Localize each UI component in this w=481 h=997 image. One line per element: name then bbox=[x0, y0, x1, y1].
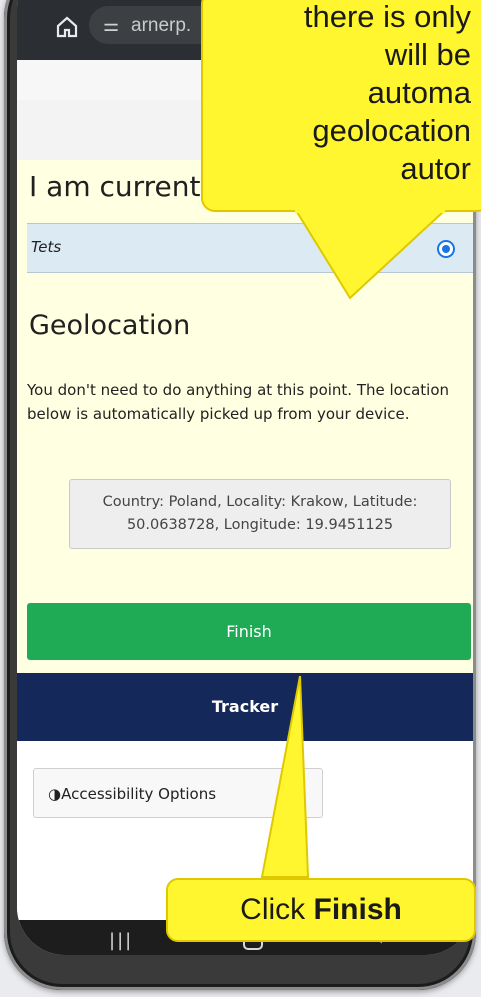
callout-bottom-prefix: Click bbox=[240, 893, 314, 926]
callout-bottom-bold: Finish bbox=[313, 893, 402, 926]
tune-icon[interactable]: ⚌ bbox=[103, 6, 125, 44]
geolocation-value-field[interactable]: Country: Poland, Locality: Krakow, Latit… bbox=[69, 479, 451, 549]
callout-line: geolocation bbox=[312, 113, 471, 148]
callout-top-pointer bbox=[295, 207, 445, 300]
callout-line: there is only bbox=[303, 0, 471, 34]
url-text: arnerp. bbox=[131, 15, 192, 36]
home-icon[interactable] bbox=[55, 15, 79, 39]
recent-apps-icon[interactable]: ||| bbox=[109, 930, 133, 951]
accessibility-label: Accessibility Options bbox=[61, 785, 217, 803]
geolocation-description: You don't need to do anything at this po… bbox=[27, 381, 450, 423]
contrast-icon: ◑ bbox=[48, 785, 62, 803]
instruction-callout-top: there is only will be automa geolocation… bbox=[201, 0, 481, 212]
location-option-label: Tets bbox=[31, 238, 62, 256]
instruction-callout-bottom: Click Finish bbox=[166, 878, 476, 942]
callout-line: automa bbox=[367, 75, 471, 110]
callout-line: will be bbox=[384, 37, 471, 72]
geolocation-heading: Geolocation bbox=[29, 310, 191, 341]
callout-line: autor bbox=[400, 151, 471, 186]
callout-bottom-pointer bbox=[260, 675, 310, 878]
finish-button[interactable]: Finish bbox=[27, 603, 471, 660]
